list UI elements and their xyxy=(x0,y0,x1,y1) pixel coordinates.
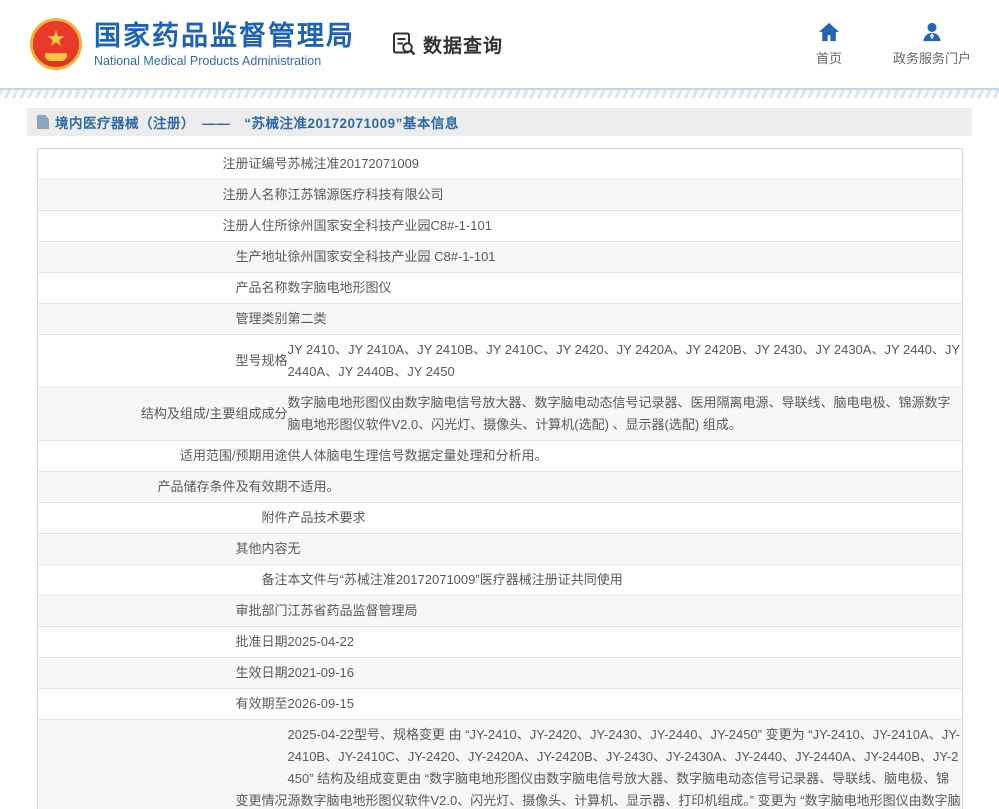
field-label: 结构及组成/主要组成成分 xyxy=(38,388,288,441)
national-emblem-logo xyxy=(30,18,82,70)
nav-gov-portal-label: 政务服务门户 xyxy=(893,48,971,67)
table-row: 备注本文件与“苏械注准20172071009”医疗器械注册证共同使用 xyxy=(38,565,963,596)
table-row: 变更情况2025-04-22型号、规格变更 由 “JY-2410、JY-2420… xyxy=(38,720,963,809)
table-row: 有效期至2026-09-15 xyxy=(38,689,963,720)
field-value: 无 xyxy=(288,534,963,565)
field-label: 产品储存条件及有效期 xyxy=(38,472,288,503)
field-label: 注册人住所 xyxy=(38,211,288,242)
field-label: 管理类别 xyxy=(38,304,288,335)
field-value: 数字脑电地形图仪 xyxy=(288,273,963,304)
field-label: 批准日期 xyxy=(38,627,288,658)
table-row: 管理类别第二类 xyxy=(38,304,963,335)
table-row: 结构及组成/主要组成成分数字脑电地形图仪由数字脑电信号放大器、数字脑电动态信号记… xyxy=(38,388,963,441)
table-row: 生效日期2021-09-16 xyxy=(38,658,963,689)
data-query-tab[interactable]: 数据查询 xyxy=(391,31,503,58)
field-value: 徐州国家安全科技产业园 C8#-1-101 xyxy=(288,242,963,273)
site-subtitle: National Medical Products Administration xyxy=(94,54,355,68)
data-query-label: 数据查询 xyxy=(423,31,503,58)
field-label: 有效期至 xyxy=(38,689,288,720)
field-value: 苏械注准20172071009 xyxy=(288,149,963,180)
site-title: 国家药品监督管理局 xyxy=(94,21,355,51)
field-value: 2025-04-22 xyxy=(288,627,963,658)
field-label: 生产地址 xyxy=(38,242,288,273)
nav-home-label: 首页 xyxy=(816,48,842,67)
table-row: 产品名称数字脑电地形图仪 xyxy=(38,273,963,304)
document-icon xyxy=(37,115,49,129)
field-label: 型号规格 xyxy=(38,335,288,388)
table-row: 适用范围/预期用途供人体脑电生理信号数据定量处理和分析用。 xyxy=(38,441,963,472)
table-row: 生产地址徐州国家安全科技产业园 C8#-1-101 xyxy=(38,242,963,273)
field-label: 生效日期 xyxy=(38,658,288,689)
field-label: 变更情况 xyxy=(38,720,288,809)
nav-gov-portal[interactable]: 政务服务门户 xyxy=(893,22,971,67)
field-label: 其他内容 xyxy=(38,534,288,565)
field-value: 不适用。 xyxy=(288,472,963,503)
field-value: 徐州国家安全科技产业园C8#-1-101 xyxy=(288,211,963,242)
table-row: 注册人名称江苏锦源医疗科技有限公司 xyxy=(38,180,963,211)
table-row: 型号规格JY 2410、JY 2410A、JY 2410B、JY 2410C、J… xyxy=(38,335,963,388)
field-label: 产品名称 xyxy=(38,273,288,304)
page-title-bar: 境内医疗器械（注册） —— “苏械注准20172071009”基本信息 xyxy=(27,108,972,136)
table-row: 附件产品技术要求 xyxy=(38,503,963,534)
field-label: 审批部门 xyxy=(38,596,288,627)
data-query-icon xyxy=(391,31,417,57)
field-value: 2021-09-16 xyxy=(288,658,963,689)
table-row: 注册人住所徐州国家安全科技产业园C8#-1-101 xyxy=(38,211,963,242)
field-value: 数字脑电地形图仪由数字脑电信号放大器、数字脑电动态信号记录器、医用隔离电源、导联… xyxy=(288,388,963,441)
registration-table: 注册证编号苏械注准20172071009注册人名称江苏锦源医疗科技有限公司注册人… xyxy=(37,148,963,809)
site-header: 国家药品监督管理局 National Medical Products Admi… xyxy=(0,0,999,88)
page-title: 境内医疗器械（注册） —— “苏械注准20172071009”基本信息 xyxy=(55,112,459,132)
field-value: 江苏锦源医疗科技有限公司 xyxy=(288,180,963,211)
field-value: 2026-09-15 xyxy=(288,689,963,720)
field-label: 注册人名称 xyxy=(38,180,288,211)
field-value: 江苏省药品监督管理局 xyxy=(288,596,963,627)
home-icon xyxy=(818,22,840,42)
brand-block: 国家药品监督管理局 National Medical Products Admi… xyxy=(94,21,355,68)
table-row: 批准日期2025-04-22 xyxy=(38,627,963,658)
table-row: 其他内容无 xyxy=(38,534,963,565)
table-row: 注册证编号苏械注准20172071009 xyxy=(38,149,963,180)
table-row: 审批部门江苏省药品监督管理局 xyxy=(38,596,963,627)
field-value: 本文件与“苏械注准20172071009”医疗器械注册证共同使用 xyxy=(288,565,963,596)
field-value: 2025-04-22型号、规格变更 由 “JY-2410、JY-2420、JY-… xyxy=(288,720,963,809)
nav-home[interactable]: 首页 xyxy=(805,22,853,67)
header-stripe-divider xyxy=(0,88,999,98)
field-label: 适用范围/预期用途 xyxy=(38,441,288,472)
user-icon xyxy=(921,22,943,42)
registration-table-wrap: 注册证编号苏械注准20172071009注册人名称江苏锦源医疗科技有限公司注册人… xyxy=(37,148,963,809)
field-value: 供人体脑电生理信号数据定量处理和分析用。 xyxy=(288,441,963,472)
field-value: JY 2410、JY 2410A、JY 2410B、JY 2410C、JY 24… xyxy=(288,335,963,388)
top-nav: 首页 政务服务门户 xyxy=(805,22,971,67)
field-label: 注册证编号 xyxy=(38,149,288,180)
field-label: 附件 xyxy=(38,503,288,534)
table-row: 产品储存条件及有效期不适用。 xyxy=(38,472,963,503)
field-value: 第二类 xyxy=(288,304,963,335)
field-label: 备注 xyxy=(38,565,288,596)
field-value: 产品技术要求 xyxy=(288,503,963,534)
